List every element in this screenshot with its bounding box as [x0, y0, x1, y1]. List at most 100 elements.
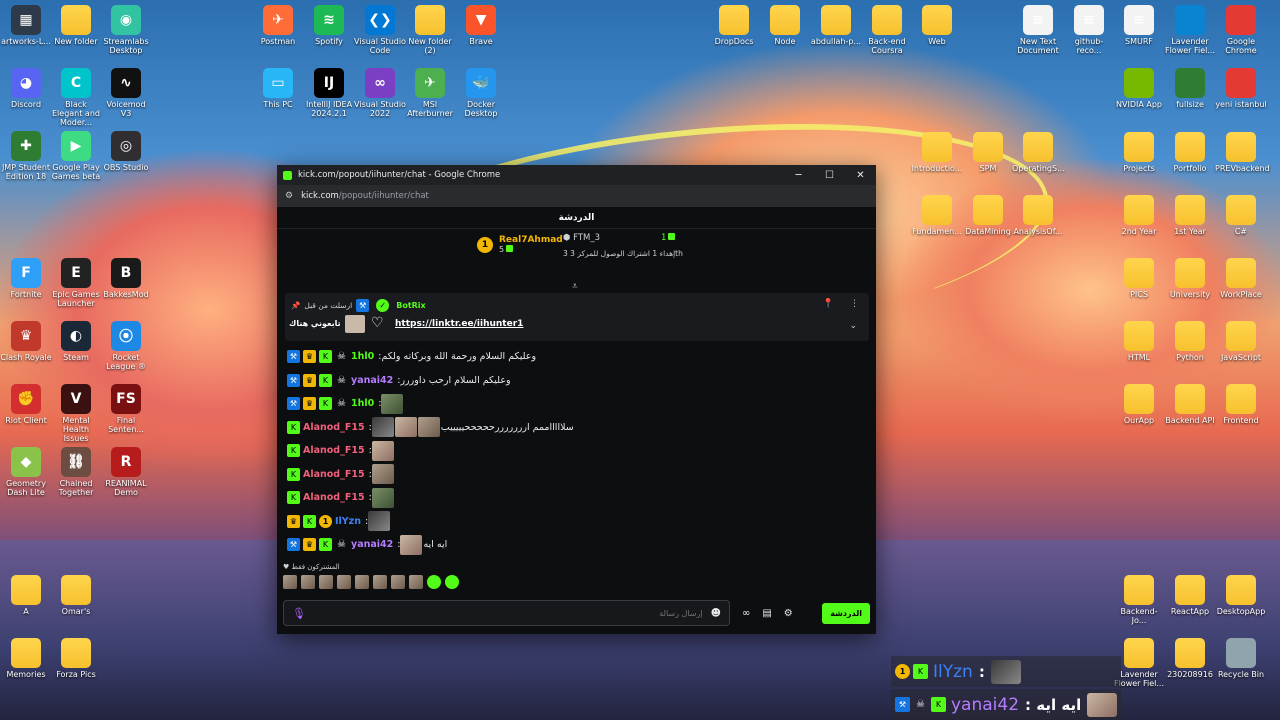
- gift-icon[interactable]: ▤: [762, 608, 771, 619]
- desktop-icon[interactable]: ≡ New Text Document: [1012, 5, 1064, 55]
- kick-sub-badge-icon[interactable]: K: [319, 538, 332, 552]
- desktop-icon[interactable]: yeni istanbul: [1215, 68, 1267, 109]
- leaderboard-first[interactable]: 1 Real7Ahmad 5: [477, 235, 563, 254]
- kick-sub-badge-icon[interactable]: K: [287, 420, 300, 434]
- desktop-icon[interactable]: Forza Pics: [50, 638, 102, 679]
- desktop-icon[interactable]: ⛓ Chained Together: [50, 447, 102, 497]
- desktop-icon[interactable]: ReactApp: [1164, 575, 1216, 616]
- unpin-icon[interactable]: 📍: [823, 299, 834, 309]
- infinity-icon[interactable]: ∞: [742, 608, 750, 619]
- desktop-icon[interactable]: Back-end Coursra: [861, 5, 913, 55]
- desktop-icon[interactable]: University: [1164, 258, 1216, 299]
- desktop-icon[interactable]: ◎ OBS Studio: [100, 131, 152, 172]
- desktop-icon[interactable]: SPM: [962, 132, 1014, 173]
- kick-emote-button[interactable]: [427, 575, 441, 589]
- desktop-icon[interactable]: ♛ Clash Royale: [0, 321, 52, 362]
- desktop-icon[interactable]: F Fortnite: [0, 258, 52, 299]
- chat-input-box[interactable]: 🎙 ☻: [283, 600, 730, 626]
- kick-sub-badge-icon[interactable]: K: [287, 467, 300, 481]
- desktop-icon[interactable]: IJ IntelliJ IDEA 2024.2.1: [303, 68, 355, 118]
- desktop-icon[interactable]: ▼ Brave: [455, 5, 507, 46]
- desktop-icon[interactable]: Introductio...: [911, 132, 963, 173]
- kick-sub-badge-icon[interactable]: K: [303, 514, 316, 528]
- desktop-icon[interactable]: Omar's: [50, 575, 102, 616]
- collapse-arrow-icon[interactable]: ⩡: [572, 281, 578, 292]
- desktop-icon[interactable]: Backend-Jo...: [1113, 575, 1165, 625]
- emote-button[interactable]: [319, 575, 333, 589]
- desktop-icon[interactable]: Backend API: [1164, 384, 1216, 425]
- desktop-icon[interactable]: ◕ Discord: [0, 68, 52, 109]
- desktop-icon[interactable]: Node: [759, 5, 811, 46]
- chevron-down-icon[interactable]: ⌄: [849, 321, 857, 331]
- desktop-icon[interactable]: PREVbackend: [1215, 132, 1270, 173]
- leaderboard-second[interactable]: ⬢ FTM_3: [563, 233, 600, 243]
- crown-badge-icon[interactable]: ♛: [303, 373, 316, 387]
- desktop-icon[interactable]: ◆ Geometry Dash Lite: [0, 447, 52, 497]
- desktop-icon[interactable]: V Mental Health Issues: [50, 384, 102, 443]
- skull-badge-icon[interactable]: ☠: [335, 397, 348, 410]
- desktop-icon[interactable]: 🐳 Docker Desktop: [455, 68, 507, 118]
- send-chat-button[interactable]: الدردشة: [822, 602, 870, 624]
- kick-sub-badge-icon[interactable]: K: [319, 397, 332, 411]
- desktop-icon[interactable]: JavaScript: [1215, 321, 1267, 362]
- desktop-icon[interactable]: ✊ Riot Client: [0, 384, 52, 425]
- desktop-icon[interactable]: AnalysisOf...: [1012, 195, 1064, 236]
- skull-badge-icon[interactable]: ☠: [335, 538, 348, 551]
- desktop-icon[interactable]: Python: [1164, 321, 1216, 362]
- desktop-icon[interactable]: ▭ This PC: [252, 68, 304, 109]
- skull-badge-icon[interactable]: ☠: [335, 374, 348, 387]
- pinned-link[interactable]: https://linktr.ee/iihunter1: [395, 319, 523, 329]
- mod-badge-icon[interactable]: ⚒: [287, 397, 300, 411]
- close-button[interactable]: ✕: [845, 170, 876, 181]
- desktop-icon[interactable]: OurApp: [1113, 384, 1165, 425]
- desktop-icon[interactable]: Frontend: [1215, 384, 1267, 425]
- desktop-icon[interactable]: Lavender Flower Fiel...: [1164, 5, 1216, 55]
- skull-badge-icon[interactable]: ☠: [335, 350, 348, 363]
- gold-gifter-badge-icon[interactable]: 1: [319, 514, 332, 528]
- crown-badge-icon[interactable]: ♛: [303, 397, 316, 411]
- desktop-icon[interactable]: R REANIMAL Demo: [100, 447, 152, 497]
- desktop-icon[interactable]: ⦿ Rocket League ®: [100, 321, 152, 371]
- chat-username[interactable]: yanai42: [351, 539, 393, 550]
- emoji-icon[interactable]: ☻: [711, 608, 721, 619]
- emote-button[interactable]: [409, 575, 423, 589]
- address-bar[interactable]: ⚙ kick.com/popout/iihunter/chat: [277, 185, 876, 207]
- emote-button[interactable]: [283, 575, 297, 589]
- chat-username[interactable]: Alanod_F15: [303, 492, 365, 503]
- desktop-icon[interactable]: Google Chrome: [1215, 5, 1267, 55]
- desktop-icon[interactable]: Recycle Bin: [1215, 638, 1267, 679]
- desktop-icon[interactable]: DesktopApp: [1215, 575, 1267, 616]
- desktop-icon[interactable]: New folder: [50, 5, 102, 46]
- desktop-icon[interactable]: ▶ Google Play Games beta: [50, 131, 102, 181]
- desktop-icon[interactable]: WorkPlace: [1215, 258, 1267, 299]
- desktop-icon[interactable]: ≡ SMURF: [1113, 5, 1165, 46]
- emote-button[interactable]: [391, 575, 405, 589]
- desktop-icon[interactable]: fullsize: [1164, 68, 1216, 109]
- desktop-icon[interactable]: ≡ github-reco...: [1063, 5, 1115, 55]
- desktop-icon[interactable]: ∿ Voicemod V3: [100, 68, 152, 118]
- minimize-button[interactable]: ─: [783, 170, 814, 181]
- desktop-icon[interactable]: FS Final Senten...: [100, 384, 152, 434]
- maximize-button[interactable]: ☐: [814, 170, 845, 181]
- desktop-icon[interactable]: Memories: [0, 638, 52, 679]
- desktop-icon[interactable]: DataMining: [962, 195, 1014, 236]
- crown-badge-icon[interactable]: ♛: [303, 538, 316, 552]
- desktop-icon[interactable]: HTML: [1113, 321, 1165, 362]
- mod-badge-icon[interactable]: ⚒: [287, 373, 300, 387]
- desktop-icon[interactable]: ◐ Steam: [50, 321, 102, 362]
- desktop-icon[interactable]: ✈ Postman: [252, 5, 304, 46]
- chat-username[interactable]: 1hl0: [351, 351, 374, 362]
- pinned-bot-name[interactable]: BotRix: [396, 301, 425, 310]
- leaderboard-third[interactable]: 1: [661, 233, 676, 243]
- desktop-icon[interactable]: OperatingS...: [1012, 132, 1065, 173]
- site-info-icon[interactable]: ⚙: [285, 191, 293, 201]
- crown-badge-icon[interactable]: ♛: [303, 350, 316, 364]
- crown-badge-icon[interactable]: ♛: [287, 514, 300, 528]
- emote-button[interactable]: [337, 575, 351, 589]
- microphone-icon[interactable]: 🎙: [292, 607, 306, 620]
- desktop-icon[interactable]: Web: [911, 5, 963, 46]
- desktop-icon[interactable]: ❮❯ Visual Studio Code: [354, 5, 406, 55]
- desktop-icon[interactable]: PICS: [1113, 258, 1165, 299]
- desktop-icon[interactable]: ≋ Spotify: [303, 5, 355, 46]
- kick-sub-badge-icon[interactable]: K: [319, 373, 332, 387]
